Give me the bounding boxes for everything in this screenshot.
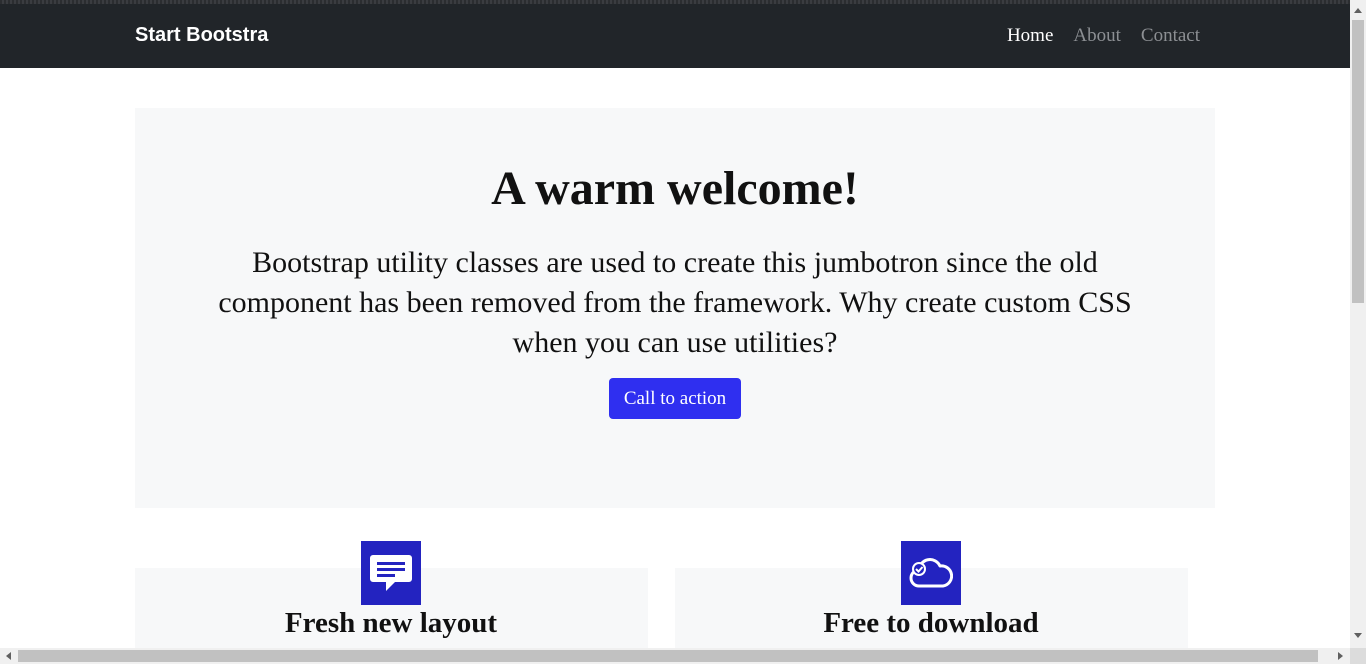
navbar-brand[interactable]: Start Bootstra bbox=[135, 24, 268, 47]
horizontal-scroll-thumb[interactable] bbox=[18, 650, 1318, 662]
scroll-right-arrow-icon[interactable] bbox=[1338, 652, 1343, 660]
nav-links: Home About Contact bbox=[1007, 25, 1200, 47]
feature-title-layout: Fresh new layout bbox=[284, 607, 498, 639]
scroll-down-arrow-icon[interactable] bbox=[1354, 633, 1362, 638]
hero-text: Bootstrap utility classes are used to cr… bbox=[218, 246, 1132, 359]
horizontal-scrollbar[interactable] bbox=[0, 648, 1350, 664]
cloud-check-icon bbox=[901, 541, 961, 605]
scroll-left-arrow-icon[interactable] bbox=[6, 652, 11, 660]
scroll-up-arrow-icon[interactable] bbox=[1354, 8, 1362, 13]
hero-jumbotron: A warm welcome! Bootstrap utility classe… bbox=[135, 108, 1215, 508]
call-to-action-button[interactable]: Call to action bbox=[608, 378, 742, 419]
nav-link-contact[interactable]: Contact bbox=[1141, 25, 1200, 47]
scrollbar-corner bbox=[1350, 648, 1366, 664]
vertical-scrollbar[interactable] bbox=[1350, 0, 1366, 648]
vertical-scroll-thumb[interactable] bbox=[1352, 20, 1364, 303]
navbar: Start Bootstra Home About Contact bbox=[0, 4, 1350, 68]
nav-link-about[interactable]: About bbox=[1073, 25, 1121, 47]
chat-square-text-icon bbox=[361, 541, 421, 605]
hero-title: A warm welcome! bbox=[491, 162, 859, 215]
feature-title-download: Free to download bbox=[823, 607, 1039, 639]
nav-link-home[interactable]: Home bbox=[1007, 25, 1053, 47]
